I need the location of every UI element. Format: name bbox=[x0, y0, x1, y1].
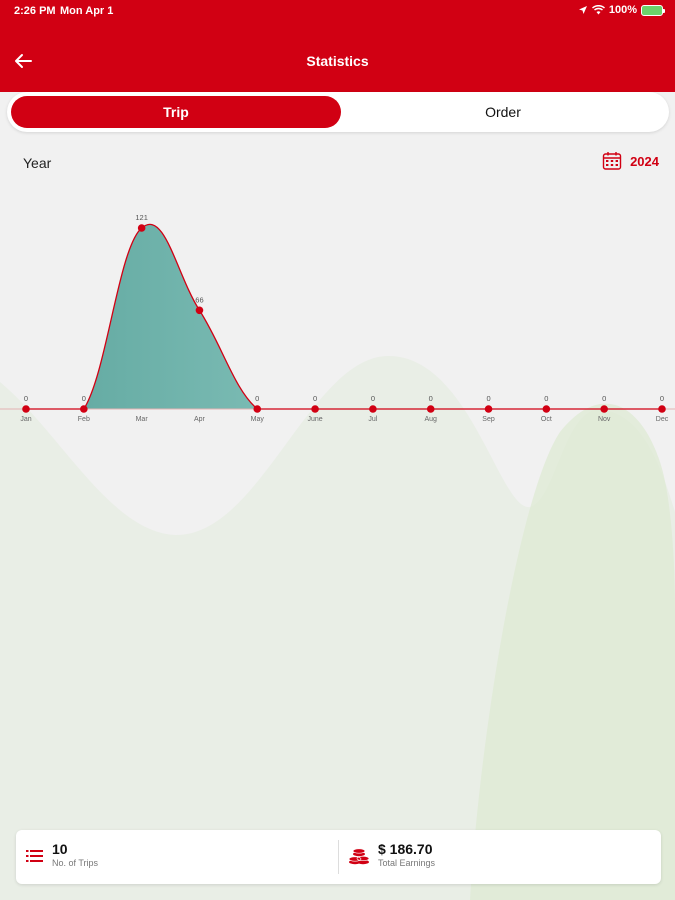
wifi-icon bbox=[591, 5, 605, 15]
x-tick-label: Jul bbox=[368, 416, 377, 423]
data-label: 0 bbox=[255, 394, 259, 403]
status-bar: 2:26 PM Mon Apr 1 100% bbox=[0, 0, 675, 22]
tab-trip[interactable]: Trip bbox=[11, 96, 341, 128]
data-point bbox=[658, 405, 666, 413]
data-label: 0 bbox=[313, 394, 317, 403]
status-date: Mon Apr 1 bbox=[60, 5, 114, 17]
period-label: Year bbox=[23, 155, 52, 171]
trips-area-chart: 0 Jan 0 Feb 121 Mar 66 Apr 0 May 0 June 0 Jul 0 Aug 0 Sep… bbox=[0, 213, 675, 423]
battery-icon bbox=[641, 4, 665, 16]
data-label: 0 bbox=[660, 394, 664, 403]
status-indicators: 100% bbox=[578, 4, 665, 16]
year-value: 2024 bbox=[630, 153, 659, 169]
data-point bbox=[253, 405, 262, 413]
x-tick-label: Apr bbox=[194, 416, 206, 423]
tab-order[interactable]: Order bbox=[341, 96, 665, 128]
status-time: 2:26 PM bbox=[14, 5, 56, 17]
calendar-icon bbox=[602, 152, 622, 170]
list-icon bbox=[26, 850, 43, 862]
data-label: 0 bbox=[544, 394, 548, 403]
x-tick-label: Feb bbox=[78, 416, 90, 423]
series-area bbox=[26, 224, 662, 409]
data-label: 0 bbox=[371, 394, 375, 403]
data-label: 0 bbox=[486, 394, 490, 403]
location-icon bbox=[578, 6, 587, 14]
data-point bbox=[80, 405, 88, 413]
year-picker[interactable]: 2024 bbox=[602, 151, 659, 171]
summary-divider bbox=[338, 840, 339, 874]
x-tick-label: Jan bbox=[20, 416, 31, 423]
trip-order-segmented-control: Trip Order bbox=[7, 92, 669, 132]
earnings-value: $ 186.70 bbox=[378, 841, 433, 857]
data-label: 0 bbox=[429, 394, 433, 403]
battery-percent: 100% bbox=[608, 4, 637, 16]
trips-label: No. of Trips bbox=[52, 858, 99, 868]
x-tick-label: Oct bbox=[541, 416, 552, 423]
x-tick-label: Sep bbox=[482, 416, 495, 423]
data-point bbox=[542, 405, 551, 413]
earnings-summary: $ 186.70 Total Earnings bbox=[348, 840, 435, 869]
app-header: 2:26 PM Mon Apr 1 100% Statistics bbox=[0, 0, 675, 92]
money-icon bbox=[348, 848, 370, 865]
trips-summary: 10 No. of Trips bbox=[26, 840, 98, 869]
data-label: 66 bbox=[195, 295, 203, 304]
data-point bbox=[484, 405, 493, 413]
data-label: 0 bbox=[82, 394, 86, 403]
data-label: 0 bbox=[602, 394, 606, 403]
x-tick-label: Aug bbox=[424, 416, 437, 423]
data-point bbox=[369, 405, 377, 413]
data-point bbox=[137, 224, 146, 232]
x-tick-label: May bbox=[251, 416, 265, 423]
x-tick-label: Nov bbox=[598, 416, 611, 423]
data-label: 121 bbox=[135, 213, 148, 222]
summary-card: 10 No. of Trips $ 186.70 Total Earnings bbox=[16, 830, 661, 884]
x-tick-label: Dec bbox=[656, 416, 669, 423]
page-title: Statistics bbox=[306, 53, 369, 69]
data-point bbox=[22, 405, 30, 413]
x-tick-label: Mar bbox=[136, 416, 149, 423]
data-point bbox=[195, 306, 204, 315]
data-point bbox=[426, 405, 435, 413]
trips-count: 10 bbox=[52, 841, 68, 857]
data-point bbox=[600, 405, 608, 413]
data-point bbox=[311, 405, 319, 413]
earnings-label: Total Earnings bbox=[378, 858, 436, 868]
x-tick-label: June bbox=[307, 416, 322, 423]
data-label: 0 bbox=[24, 394, 28, 403]
